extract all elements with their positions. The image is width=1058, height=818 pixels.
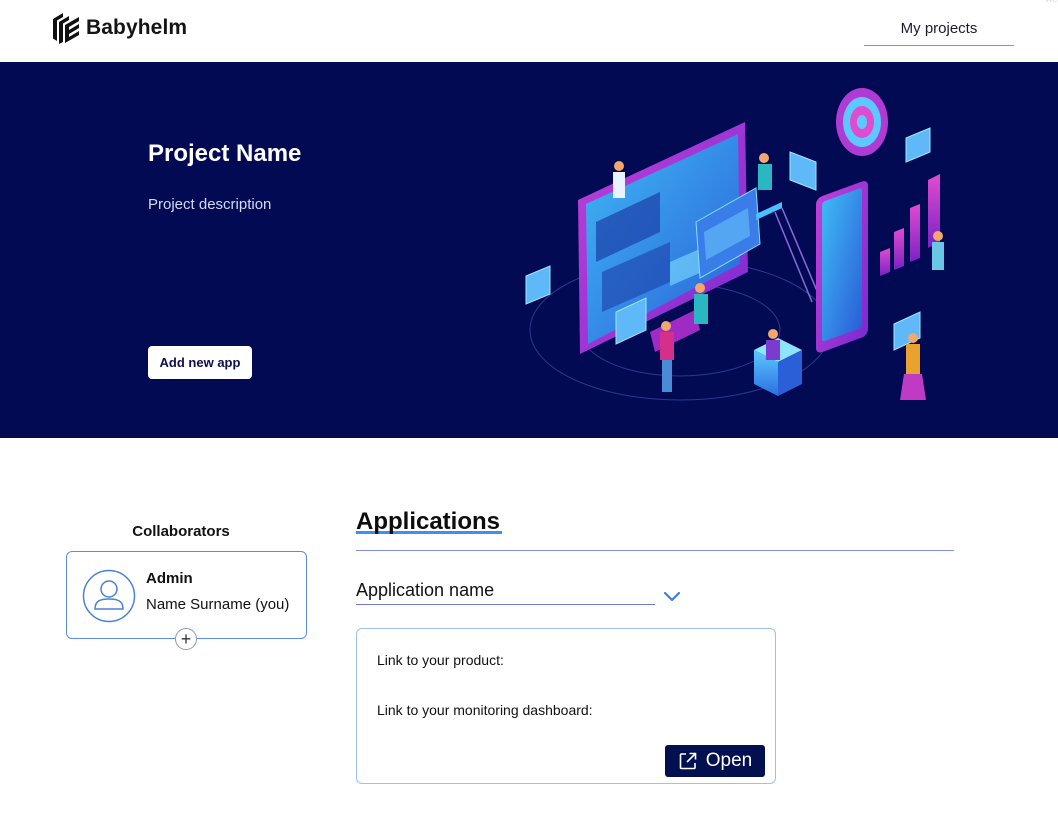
- application-select[interactable]: Application name: [356, 580, 494, 601]
- add-new-app-button[interactable]: Add new app: [148, 346, 252, 379]
- product-link-label: Link to your product:: [377, 652, 504, 668]
- applications-divider: [356, 550, 954, 551]
- collaborator-role: Admin: [146, 570, 193, 587]
- external-link-icon: [679, 752, 697, 770]
- open-button[interactable]: Open: [665, 745, 765, 777]
- collaborator-card[interactable]: Admin Name Surname (you): [66, 551, 307, 639]
- dashboard-link-label: Link to your monitoring dashboard:: [377, 702, 593, 718]
- babyhelm-logo-icon: [53, 13, 79, 44]
- hero-banner: Project Name Project description Add new…: [0, 62, 1058, 438]
- collaborator-name: Name Surname (you): [146, 596, 290, 613]
- nav-my-projects[interactable]: My projects: [864, 18, 1014, 46]
- application-card: Link to your product: Link to your monit…: [356, 628, 776, 784]
- brand[interactable]: Babyhelm: [50, 11, 187, 45]
- application-select-underline: [356, 604, 655, 605]
- user-avatar-icon: [82, 569, 136, 623]
- collaborators-heading: Collaborators: [132, 523, 230, 540]
- project-description: Project description: [148, 196, 272, 213]
- brand-name: Babyhelm: [86, 16, 188, 39]
- open-button-label: Open: [705, 750, 753, 771]
- applications-heading: Applications: [356, 508, 501, 535]
- dashboard-illustration: [525, 88, 944, 401]
- project-title: Project Name: [148, 140, 302, 167]
- corner-text: we: [1045, 0, 1058, 5]
- top-bar: Babyhelm My projects we: [0, 0, 1058, 62]
- add-collaborator-button[interactable]: +: [175, 628, 197, 650]
- chevron-down-icon[interactable]: [662, 588, 682, 604]
